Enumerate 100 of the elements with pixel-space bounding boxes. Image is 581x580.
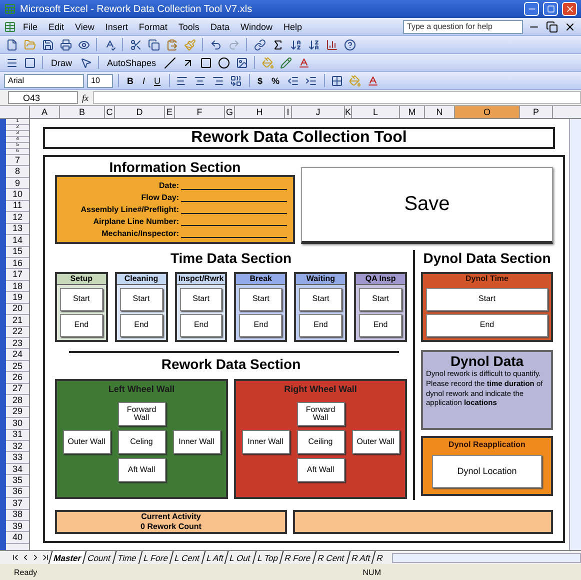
scissors-icon[interactable] — [128, 37, 143, 52]
picture-icon[interactable] — [234, 55, 250, 70]
row-header[interactable]: 9 — [6, 178, 29, 190]
menu-item[interactable]: View — [71, 22, 98, 32]
column-header[interactable]: G — [225, 106, 235, 118]
row-header[interactable]: 13 — [6, 224, 29, 236]
number-format-button[interactable]: % — [268, 73, 283, 88]
menu-item[interactable]: Tools — [174, 22, 204, 32]
row-header[interactable]: 20 — [6, 304, 29, 316]
row-header[interactable]: 16 — [6, 258, 29, 270]
borders-icon[interactable] — [330, 73, 345, 88]
menu-item[interactable]: Help — [279, 22, 306, 32]
column-header[interactable]: K — [345, 106, 352, 118]
rectangle-icon[interactable] — [198, 55, 214, 70]
row-header[interactable]: 39 — [6, 521, 29, 532]
start-button[interactable]: Start — [426, 288, 548, 311]
wall-button[interactable]: Aft Wall — [296, 458, 344, 482]
end-button[interactable]: End — [120, 314, 163, 337]
save-button[interactable]: Save — [301, 167, 553, 244]
column-header[interactable]: M — [400, 106, 425, 118]
column-header[interactable]: A — [30, 106, 60, 118]
column-header[interactable]: O — [455, 106, 520, 118]
maximize-button[interactable] — [543, 2, 558, 16]
copy-icon[interactable] — [146, 37, 161, 52]
row-header[interactable]: 26 — [6, 372, 29, 384]
column-header[interactable]: I — [285, 106, 292, 118]
help-icon[interactable] — [342, 37, 357, 52]
end-button[interactable]: End — [426, 314, 548, 337]
save-icon[interactable] — [40, 37, 55, 52]
line-color-icon[interactable] — [278, 55, 294, 70]
style-toggle[interactable]: I — [140, 73, 148, 88]
row-header[interactable]: 17 — [6, 269, 29, 281]
row-header[interactable]: 12 — [6, 212, 29, 224]
row-header[interactable]: 35 — [6, 475, 29, 487]
autoshapes-menu[interactable]: AutoShapes — [104, 55, 160, 70]
row-header[interactable]: 29 — [6, 406, 29, 418]
merge-icon[interactable] — [228, 73, 244, 88]
row-header[interactable]: 8 — [6, 166, 29, 178]
column-header[interactable]: P — [520, 106, 553, 118]
row-header[interactable]: 33 — [6, 452, 29, 464]
menu-item[interactable]: Insert — [101, 22, 132, 32]
fill-color-icon[interactable] — [260, 55, 276, 70]
print-icon[interactable] — [58, 37, 73, 52]
fill-color-icon[interactable] — [348, 73, 363, 88]
horizontal-scrollbar[interactable] — [392, 552, 581, 562]
start-button[interactable]: Start — [60, 288, 103, 311]
column-header[interactable]: C — [105, 106, 115, 118]
row-header[interactable]: 27 — [6, 384, 29, 396]
font-size-dropdown[interactable]: 10 — [87, 74, 113, 88]
start-button[interactable]: Start — [180, 288, 222, 311]
help-search-field[interactable]: Type a question for help — [403, 20, 523, 34]
wall-button[interactable]: Forward Wall — [296, 402, 344, 426]
row-header[interactable]: 7 — [6, 155, 29, 166]
row-header[interactable]: 28 — [6, 395, 29, 407]
start-button[interactable]: Start — [120, 288, 163, 311]
row-header[interactable]: 11 — [6, 200, 29, 212]
row-header[interactable]: 31 — [6, 430, 29, 441]
row-header[interactable]: 36 — [6, 486, 29, 498]
row-header[interactable]: 10 — [6, 189, 29, 201]
frame-icon[interactable] — [22, 55, 37, 70]
row-header[interactable]: 23 — [6, 338, 29, 350]
end-button[interactable]: End — [359, 314, 402, 337]
column-header[interactable]: F — [175, 106, 225, 118]
column-header[interactable]: E — [165, 106, 175, 118]
wall-button[interactable]: Forward Wall — [118, 402, 166, 426]
wall-button[interactable]: Celing — [118, 430, 166, 454]
menu-item[interactable]: Format — [134, 22, 172, 32]
style-toggle[interactable]: B — [124, 73, 136, 88]
wall-button[interactable]: Ceiling — [296, 430, 344, 454]
end-button[interactable]: End — [239, 314, 282, 337]
row-header[interactable]: 37 — [6, 498, 29, 510]
wall-button[interactable]: Outer Wall — [352, 430, 400, 454]
number-format-button[interactable]: $ — [254, 73, 266, 88]
vertical-scrollbar[interactable] — [569, 119, 581, 550]
wall-button[interactable]: Aft Wall — [118, 458, 166, 482]
row-header[interactable]: 34 — [6, 464, 29, 476]
formula-field[interactable] — [92, 91, 581, 104]
wall-button[interactable]: Inner Wall — [242, 430, 290, 454]
start-button[interactable]: Start — [239, 288, 282, 311]
row-header[interactable]: 24 — [6, 349, 29, 361]
name-box[interactable]: O43 — [8, 91, 78, 104]
end-button[interactable]: End — [299, 314, 342, 337]
row-header[interactable]: 30 — [6, 418, 29, 430]
menu-item[interactable]: Window — [236, 22, 276, 32]
sheet-tab[interactable]: Master — [48, 551, 86, 564]
row-header[interactable]: 32 — [6, 440, 29, 452]
row-header[interactable]: 21 — [6, 315, 29, 327]
row-header[interactable]: 18 — [6, 280, 29, 292]
row-header[interactable]: 38 — [6, 510, 29, 521]
restore-icon[interactable] — [544, 19, 559, 34]
row-header[interactable]: 14 — [6, 235, 29, 246]
close-button[interactable] — [562, 2, 577, 16]
wall-button[interactable]: Inner Wall — [172, 430, 220, 454]
menu-item[interactable]: Edit — [44, 22, 68, 32]
line-icon[interactable] — [162, 55, 178, 70]
start-button[interactable]: Start — [299, 288, 342, 311]
draw-menu[interactable]: Draw — [48, 55, 76, 70]
column-header[interactable]: J — [292, 106, 345, 118]
dynol-location-button[interactable]: Dynol Location — [432, 455, 542, 488]
row-header[interactable]: 15 — [6, 246, 29, 258]
